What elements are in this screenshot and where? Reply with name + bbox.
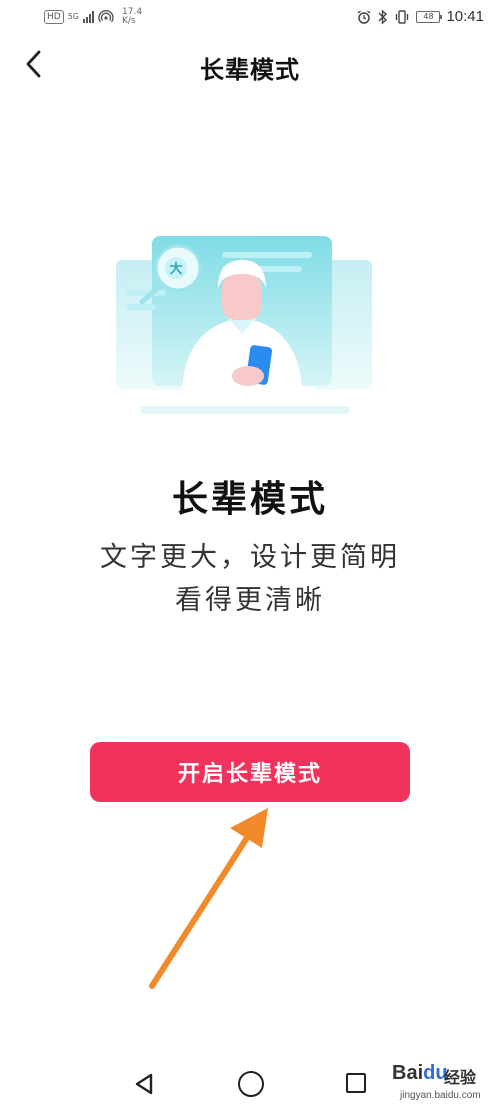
annotation-arrow — [149, 808, 268, 989]
nav-home-icon[interactable] — [238, 1071, 264, 1097]
watermark-logo: Baidu 经验 jingyan.baidu.com — [392, 1060, 492, 1108]
feature-title: 长辈模式 — [171, 478, 328, 520]
watermark-brand-cn: 经验 — [444, 1068, 477, 1087]
vibrate-icon — [396, 9, 409, 24]
signal-icon — [83, 11, 94, 23]
magnifier-badge: 大 — [169, 261, 182, 277]
nav-recents-icon[interactable] — [346, 1073, 366, 1093]
network-label: 5G — [67, 12, 79, 21]
alarm-icon — [358, 9, 371, 24]
status-right: 48 10:41 — [356, 8, 484, 25]
hotspot-icon — [98, 10, 114, 23]
nav-back-icon[interactable] — [132, 1072, 156, 1096]
enable-elder-mode-button[interactable]: 开启长辈模式 — [90, 742, 410, 802]
battery-level: 48 — [423, 11, 434, 21]
watermark-brand-prefix: Bai — [392, 1062, 424, 1084]
watermark-url: jingyan.baidu.com — [400, 1090, 481, 1101]
hd-indicator: HD — [44, 10, 64, 24]
battery-icon: 48 — [416, 10, 443, 23]
feature-description-line1: 文字更大，设计更简明 — [100, 542, 400, 573]
page-title: 长辈模式 — [200, 55, 300, 84]
watermark-brand: Baidu — [392, 1062, 448, 1085]
net-speed: 17.4 K/s — [122, 8, 142, 26]
net-speed-unit: K/s — [122, 16, 136, 26]
header: 长辈模式 — [0, 40, 500, 90]
status-bar: HD 5G 17.4 K/s 48 10:41 — [0, 0, 500, 34]
status-left: HD 5G 17.4 K/s — [44, 8, 142, 26]
clock: 10:41 — [446, 8, 484, 25]
elder-mode-illustration: 大 — [116, 236, 372, 414]
bluetooth-icon — [378, 8, 388, 25]
feature-description-line2: 看得更清晰 — [175, 585, 325, 616]
network-type: 5G — [68, 13, 79, 21]
